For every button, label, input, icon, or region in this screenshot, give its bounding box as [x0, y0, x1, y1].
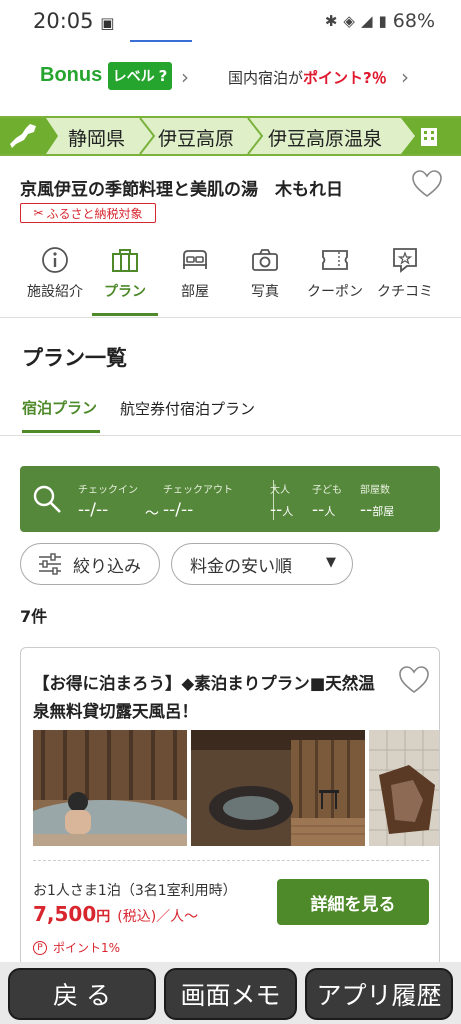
japan-map-icon[interactable] [0, 118, 60, 154]
plan-photo-2[interactable] [191, 730, 365, 846]
checkin-value[interactable]: --/-- [78, 500, 108, 520]
app-history-button[interactable]: アプリ履歴 [305, 968, 453, 1020]
checkin-label: チェックイン [78, 485, 138, 496]
checkout-label: チェックアウト [163, 485, 233, 496]
tab-rooms[interactable]: 部屋 [160, 245, 230, 317]
breadcrumb-separator [247, 118, 264, 154]
favorite-heart-icon[interactable] [412, 170, 442, 198]
bonus-label[interactable]: Bonus [40, 64, 102, 87]
breadcrumb-area[interactable]: 伊豆高原 [158, 124, 234, 151]
checkout-value[interactable]: --/-- [163, 500, 193, 520]
rooms-value[interactable]: --部屋 [360, 500, 394, 520]
dropdown-arrow-icon: ▼ [326, 555, 336, 570]
child-value[interactable]: --人 [312, 500, 335, 520]
breadcrumb-onsen[interactable]: 伊豆高原温泉 [268, 124, 382, 151]
breadcrumb-prefecture[interactable]: 静岡県 [68, 124, 125, 151]
search-icon [33, 485, 61, 513]
screen-memo-button[interactable]: 画面メモ [164, 968, 297, 1020]
bed-icon [183, 250, 207, 269]
status-time: 20:05 ▣ [33, 9, 115, 33]
plan-price: 7,500円 (税込)／人〜 [33, 902, 199, 926]
screen-icon: ▣ [100, 14, 115, 32]
filter-sliders-icon [39, 553, 61, 575]
plans-title: プラン一覧 [22, 346, 127, 370]
back-button[interactable]: 戻 る [8, 968, 156, 1020]
tab-facility-info[interactable]: 施設紹介 [20, 245, 90, 317]
info-icon [42, 247, 68, 273]
point-info: P ポイント1% [33, 939, 120, 956]
active-subtab-indicator [22, 430, 100, 433]
divider [33, 860, 429, 861]
hotel-name: 京風伊豆の季節料理と美肌の湯 木もれ日 [20, 180, 343, 200]
favorite-heart-icon[interactable] [399, 666, 429, 694]
bluetooth-icon: ✱ [324, 12, 338, 30]
tab-plan[interactable]: プラン [90, 245, 160, 317]
signal-icon: ◢ [360, 12, 373, 30]
child-label: 子ども [312, 485, 342, 496]
scissors-icon: ✂ [33, 206, 44, 220]
tab-coupon[interactable]: クーポン [300, 245, 370, 317]
bag-icon [112, 249, 138, 272]
chevron-right-icon[interactable]: › [181, 65, 189, 89]
battery-icon: ▮ [378, 12, 387, 30]
adult-label: 大人 [270, 485, 290, 496]
tab-reviews[interactable]: クチコミ [370, 245, 440, 317]
page-indicator [130, 40, 192, 42]
level-badge[interactable]: レベル ? [108, 62, 172, 90]
price-basis: お1人さま1泊（3名1室利用時） [33, 883, 237, 899]
rooms-label: 部屋数 [360, 485, 390, 496]
battery-level: 68% [392, 10, 435, 32]
adult-value[interactable]: --人 [270, 500, 293, 520]
plan-photo-1[interactable] [33, 730, 187, 846]
status-icons: ✱ ◈ ◢ ▮ 68% [325, 10, 435, 32]
view-details-button[interactable]: 詳細を見る [277, 879, 429, 925]
filter-button[interactable]: 絞り込み [20, 543, 160, 585]
furusato-badge: ✂ ふるさと納税対象 [20, 203, 156, 223]
breadcrumb-separator [139, 118, 156, 154]
breadcrumb: 静岡県 伊豆高原 伊豆高原温泉 [0, 116, 461, 156]
tab-photos[interactable]: 写真 [230, 245, 300, 317]
wifi-icon: ◈ [343, 12, 355, 30]
date-separator: 〜 [145, 506, 159, 522]
tab-stay-plans[interactable]: 宿泊プラン [22, 397, 97, 418]
result-count: 7件 [20, 607, 48, 626]
tab-air-plans[interactable]: 航空券付宿泊プラン [120, 398, 255, 419]
plan-photo-3[interactable] [369, 730, 439, 846]
chevron-right-icon[interactable]: › [401, 65, 409, 89]
divider [0, 317, 461, 318]
plan-card[interactable]: 【お得に泊まろう】◆素泊まりプラン■天然温泉無料貸切露天風呂！ お1人さま1泊（… [20, 647, 440, 977]
divider [0, 435, 461, 436]
domestic-point-link[interactable]: 国内宿泊がポイント?％ [228, 67, 387, 88]
camera-icon [252, 249, 278, 271]
plan-title[interactable]: 【お得に泊まろう】◆素泊まりプラン■天然温泉無料貸切露天風呂！ [33, 670, 383, 726]
active-tab-indicator [92, 313, 158, 316]
sort-select[interactable]: 料金の安い順 ▼ [171, 543, 353, 585]
status-bar: 20:05 ▣ ✱ ◈ ◢ ▮ 68% [0, 0, 461, 44]
search-conditions-bar[interactable]: チェックイン --/-- 〜 チェックアウト --/-- 大人 --人 子ども … [20, 466, 440, 532]
point-icon: P [33, 940, 47, 955]
coupon-icon [322, 250, 348, 270]
hotel-building-icon[interactable] [401, 118, 461, 154]
review-icon [393, 248, 417, 273]
